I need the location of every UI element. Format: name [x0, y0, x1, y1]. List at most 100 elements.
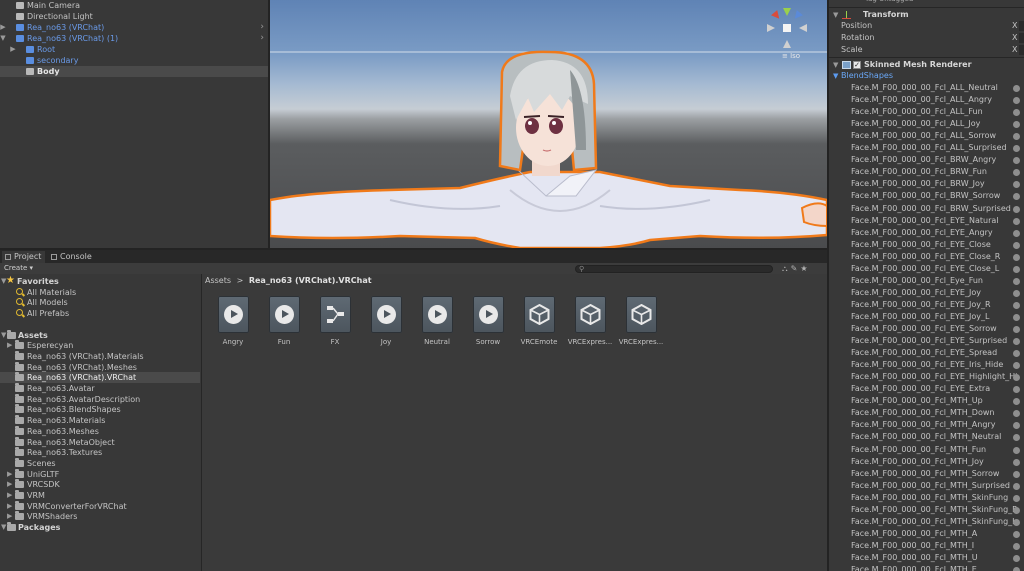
enabled-checkbox[interactable]: ✓: [853, 61, 861, 69]
tab-console[interactable]: Console: [48, 251, 96, 263]
project-tree-item[interactable]: Rea_no63.Meshes: [0, 425, 200, 437]
slider-knob-icon[interactable]: [1013, 458, 1020, 466]
blendshapes-foldout[interactable]: ▼ BlendShapes: [829, 70, 1024, 82]
slider-knob-icon[interactable]: [1013, 229, 1020, 237]
search-input[interactable]: ⚲: [575, 265, 773, 273]
slider-knob-icon[interactable]: [1013, 133, 1020, 141]
project-tree-item[interactable]: Rea_no63 (VRChat).Materials: [0, 350, 200, 362]
project-tree-item[interactable]: ▶ VRMConverterForVRChat: [0, 500, 200, 512]
slider-knob-icon[interactable]: [1013, 494, 1020, 502]
hierarchy-item[interactable]: Directional Light: [0, 11, 268, 22]
slider-knob-icon[interactable]: [1013, 205, 1020, 213]
asset-item[interactable]: Neutral: [411, 296, 463, 356]
expand-right-icon[interactable]: ▶: [0, 22, 7, 33]
slider-knob-icon[interactable]: [1013, 567, 1020, 571]
expand-right-icon[interactable]: ▶: [7, 501, 13, 512]
slider-knob-icon[interactable]: [1013, 277, 1020, 285]
project-tree-item[interactable]: ▼ Packages: [0, 522, 200, 533]
prefab-arrow-icon[interactable]: ›: [260, 22, 264, 33]
slider-knob-icon[interactable]: [1013, 518, 1020, 526]
tag-field[interactable]: Tag Untagged: [865, 0, 913, 3]
scene-view[interactable]: ≡ Iso: [270, 0, 827, 248]
x-value-field[interactable]: [1019, 33, 1024, 43]
expand-right-icon[interactable]: ▶: [7, 511, 13, 522]
project-tree-item[interactable]: Rea_no63 (VRChat).Meshes: [0, 361, 200, 373]
asset-item[interactable]: Joy: [360, 296, 412, 356]
project-tree-item[interactable]: ▶ VRM: [0, 490, 200, 501]
star-filter-icon[interactable]: ★: [800, 264, 810, 273]
slider-knob-icon[interactable]: [1013, 542, 1020, 550]
slider-knob-icon[interactable]: [1013, 193, 1020, 201]
slider-knob-icon[interactable]: [1013, 301, 1020, 309]
slider-knob-icon[interactable]: [1013, 241, 1020, 249]
project-tree-item[interactable]: ▶ UniGLTF: [0, 468, 200, 480]
project-tree-item[interactable]: All Prefabs: [0, 308, 200, 319]
prefab-arrow-icon[interactable]: ›: [260, 33, 264, 44]
asset-item[interactable]: VRCExpres...: [615, 296, 667, 356]
project-tree-item[interactable]: All Materials: [0, 287, 200, 298]
create-dropdown[interactable]: Create ▾: [4, 264, 33, 273]
expand-right-icon[interactable]: ▶: [9, 44, 17, 55]
expand-right-icon[interactable]: ▶: [7, 340, 13, 351]
asset-item[interactable]: Fun: [258, 296, 310, 356]
project-tree-item[interactable]: Scenes: [0, 457, 200, 469]
slider-knob-icon[interactable]: [1013, 530, 1020, 538]
slider-knob-icon[interactable]: [1013, 338, 1020, 346]
asset-item[interactable]: VRCEmote: [513, 296, 565, 356]
orientation-gizmo[interactable]: [765, 6, 809, 50]
slider-knob-icon[interactable]: [1013, 109, 1020, 117]
slider-knob-icon[interactable]: [1013, 265, 1020, 273]
expand-right-icon[interactable]: ▶: [7, 469, 13, 480]
project-tree-item[interactable]: ▶ Esperecyan: [0, 340, 200, 351]
filter-type-icon[interactable]: ⛬: [782, 264, 791, 273]
x-value-field[interactable]: [1019, 45, 1024, 55]
project-tree-item[interactable]: Rea_no63.Textures: [0, 447, 200, 458]
hierarchy-item[interactable]: ▶ Root: [0, 44, 268, 55]
expand-down-icon[interactable]: ▼: [833, 70, 838, 82]
project-tree-item[interactable]: Rea_no63.Materials: [0, 415, 200, 426]
asset-item[interactable]: FX: [309, 296, 361, 356]
asset-item[interactable]: VRCExpres...: [564, 296, 616, 356]
slider-knob-icon[interactable]: [1013, 470, 1020, 478]
project-tree-item[interactable]: ▼ Assets: [0, 329, 200, 341]
slider-knob-icon[interactable]: [1013, 169, 1020, 177]
x-value-field[interactable]: [1019, 21, 1024, 31]
project-tree-item[interactable]: ▼ ★ Favorites: [0, 275, 200, 287]
slider-knob-icon[interactable]: [1013, 289, 1020, 297]
slider-knob-icon[interactable]: [1013, 398, 1020, 406]
slider-knob-icon[interactable]: [1013, 253, 1020, 261]
slider-knob-icon[interactable]: [1013, 410, 1020, 418]
hierarchy-item[interactable]: ▼ Rea_no63 (VRChat) (1) ›: [0, 33, 268, 44]
slider-knob-icon[interactable]: [1013, 217, 1020, 225]
expand-right-icon[interactable]: ▶: [7, 490, 13, 501]
tab-project[interactable]: Project: [2, 251, 46, 263]
hierarchy-item[interactable]: ▶ Rea_no63 (VRChat) ›: [0, 22, 268, 33]
expand-down-icon[interactable]: ▼: [0, 33, 7, 44]
project-tree-item[interactable]: Rea_no63.Avatar: [0, 383, 200, 394]
project-tree-item[interactable]: Rea_no63.BlendShapes: [0, 404, 200, 415]
project-tree-item[interactable]: ▶ VRCSDK: [0, 479, 200, 490]
project-tree-item[interactable]: ▶ VRMShaders: [0, 511, 200, 522]
slider-knob-icon[interactable]: [1013, 482, 1020, 490]
slider-knob-icon[interactable]: [1013, 313, 1020, 321]
project-tree-item[interactable]: Rea_no63.AvatarDescription: [0, 393, 200, 405]
gizmo-projection-label[interactable]: ≡ Iso: [782, 52, 800, 60]
hierarchy-item[interactable]: secondary: [0, 55, 268, 66]
slider-knob-icon[interactable]: [1013, 422, 1020, 430]
slider-knob-icon[interactable]: [1013, 181, 1020, 189]
slider-knob-icon[interactable]: [1013, 157, 1020, 165]
slider-knob-icon[interactable]: [1013, 326, 1020, 333]
slider-knob-icon[interactable]: [1013, 97, 1020, 105]
slider-knob-icon[interactable]: [1013, 350, 1020, 358]
slider-knob-icon[interactable]: [1013, 362, 1020, 370]
slider-knob-icon[interactable]: [1013, 554, 1020, 562]
slider-knob-icon[interactable]: [1013, 506, 1020, 514]
hierarchy-item[interactable]: Main Camera: [0, 0, 268, 11]
slider-knob-icon[interactable]: [1013, 386, 1020, 394]
breadcrumb-assets[interactable]: Assets: [205, 276, 231, 285]
slider-knob-icon[interactable]: [1013, 85, 1020, 92]
slider-knob-icon[interactable]: [1013, 446, 1020, 454]
breadcrumb-current[interactable]: Rea_no63 (VRChat).VRChat: [249, 276, 372, 285]
asset-item[interactable]: Angry: [207, 296, 259, 356]
project-tree-item[interactable]: Rea_no63 (VRChat).VRChat: [0, 372, 200, 384]
